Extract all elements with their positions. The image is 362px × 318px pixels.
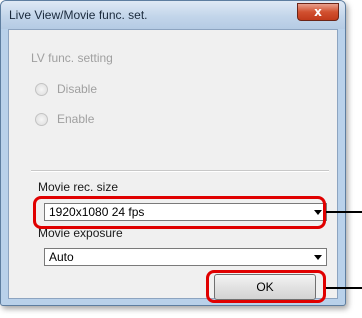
radio-button-icon [35,82,48,96]
lv-func-setting-label: LV func. setting [31,51,113,65]
callout-leader-line [326,287,362,289]
enable-radio-option[interactable]: Enable [35,112,94,126]
section-divider [31,170,329,172]
window-title: Live View/Movie func. set. [9,8,148,22]
enable-radio-label: Enable [57,112,95,126]
movie-rec-size-highlight [33,196,326,229]
close-icon: x [314,5,322,19]
disable-radio-option[interactable]: Disable [35,82,97,96]
radio-button-icon [35,112,48,126]
callout-leader-line [326,211,362,213]
movie-rec-size-label: Movie rec. size [38,180,119,194]
close-button[interactable]: x [297,3,339,21]
chevron-down-icon [314,255,322,260]
title-bar[interactable]: Live View/Movie func. set. x [1,1,345,29]
movie-exposure-value: Auto [49,250,74,264]
disable-radio-label: Disable [57,82,98,96]
ok-button-highlight [206,270,326,303]
movie-exposure-select[interactable]: Auto [44,248,327,266]
